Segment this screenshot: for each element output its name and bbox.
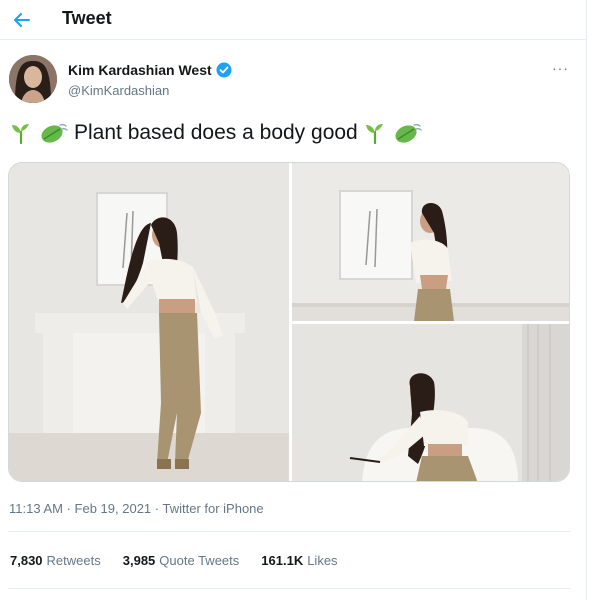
divider xyxy=(8,588,570,589)
retweets-label: Retweets xyxy=(46,553,101,568)
avatar[interactable] xyxy=(9,55,57,103)
likes-label: Likes xyxy=(307,553,338,568)
author-name-row[interactable]: Kim Kardashian West xyxy=(68,62,232,78)
back-arrow-icon[interactable] xyxy=(10,8,34,32)
author-handle[interactable]: @KimKardashian xyxy=(68,83,169,98)
tweet-text: Plant based does a body good xyxy=(10,121,422,145)
quote-tweets-count: 3,985 xyxy=(122,553,156,568)
more-options-icon[interactable]: ··· xyxy=(552,60,569,76)
tweet-date[interactable]: Feb 19, 2021 xyxy=(75,501,152,516)
leaf-wind-icon xyxy=(38,122,68,144)
verified-badge-icon xyxy=(216,62,232,78)
seedling-icon xyxy=(364,122,386,144)
likes-stat[interactable]: 161.1K Likes xyxy=(261,553,337,568)
leaf-wind-icon xyxy=(392,122,422,144)
page-title: Tweet xyxy=(62,8,112,28)
likes-count: 161.1K xyxy=(261,553,304,568)
meta-separator: · xyxy=(151,501,163,516)
retweets-stat[interactable]: 7,830 Retweets xyxy=(10,553,101,568)
author-name[interactable]: Kim Kardashian West xyxy=(68,62,212,78)
media-grid xyxy=(8,162,570,482)
tweet-time[interactable]: 11:13 AM xyxy=(9,501,63,516)
divider xyxy=(8,531,570,532)
photo-3[interactable] xyxy=(292,324,569,481)
tweet-body: Plant based does a body good xyxy=(74,121,358,144)
quote-tweets-label: Quote Tweets xyxy=(159,553,240,568)
meta-separator: · xyxy=(62,501,75,516)
seedling-icon xyxy=(10,122,32,144)
quote-tweets-stat[interactable]: 3,985 Quote Tweets xyxy=(123,553,240,568)
tweet-stats: 7,830 Retweets 3,985 Quote Tweets 161.1K… xyxy=(10,553,338,568)
photo-1[interactable] xyxy=(9,163,289,481)
page-header: Tweet xyxy=(0,0,587,40)
retweets-count: 7,830 xyxy=(10,553,43,568)
photo-2[interactable] xyxy=(292,163,569,321)
tweet-page: Tweet Kim Kardashian West @KimKardashian… xyxy=(0,0,587,600)
tweet-meta: 11:13 AM · Feb 19, 2021 · Twitter for iP… xyxy=(9,501,264,516)
tweet-source[interactable]: Twitter for iPhone xyxy=(162,501,263,516)
